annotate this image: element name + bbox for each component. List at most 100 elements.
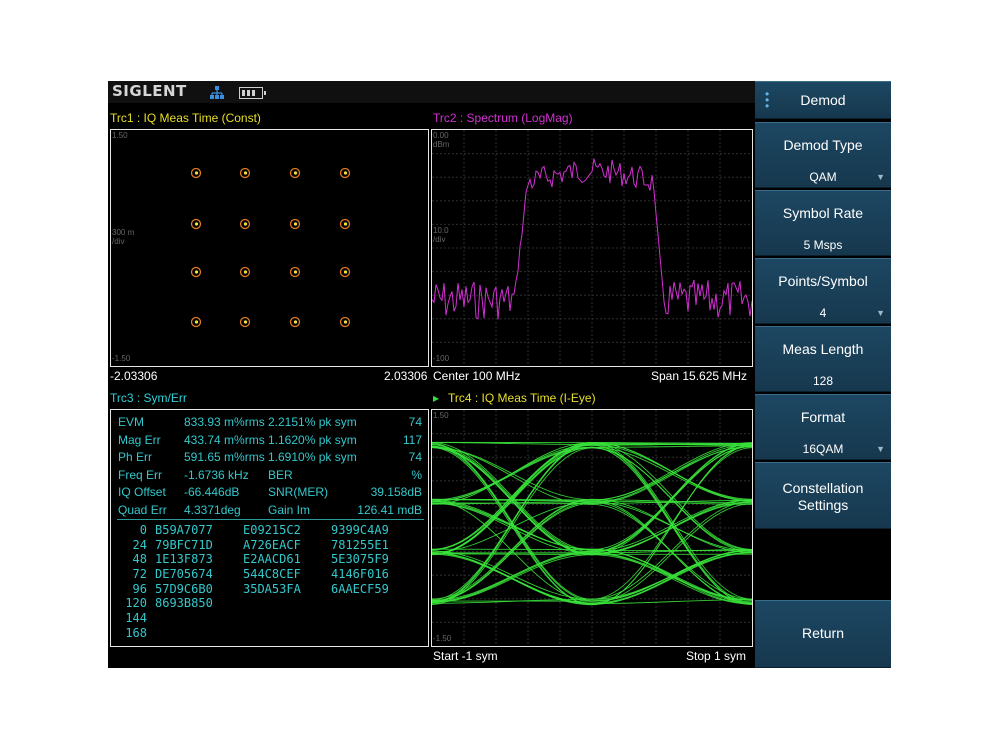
error-cell: 833.93 m%rms — [184, 415, 265, 429]
symbol-index: 24 — [132, 537, 147, 552]
symbol-index: 120 — [125, 596, 147, 611]
trc2-span: Span 15.625 MHz — [651, 369, 748, 383]
return-label: Return — [801, 625, 845, 641]
error-row: Ph Err 591.65 m%rms 1.6910% pk sym 74 — [118, 450, 422, 468]
points-symbol-value: 4 — [819, 306, 827, 320]
dropdown-arrow-icon: ▼ — [876, 172, 885, 182]
constellation-svg — [190, 167, 351, 328]
constellation-settings-button[interactable]: Constellation Settings — [755, 462, 891, 529]
format-label: Format — [800, 409, 846, 425]
constellation-point-core — [243, 320, 248, 324]
constellation-point-core — [293, 320, 298, 324]
trc2-scale-div: 10.0 /div — [433, 226, 449, 244]
error-cell: Mag Err — [118, 432, 161, 447]
error-row: Mag Err 433.74 m%rms 1.1620% pk sym 117 — [118, 433, 422, 451]
dropdown-arrow-icon: ▼ — [876, 308, 885, 318]
trc2-scale-bottom: -100 — [433, 354, 450, 363]
error-row: IQ Offset -66.446dB SNR(MER) 39.158dB — [118, 485, 422, 503]
trc4-label: Trc4 : IQ Meas Time (I-Eye) — [448, 391, 596, 405]
dropdown-arrow-icon: ▼ — [876, 444, 885, 454]
symbol-hex: 35DA53FA — [243, 581, 301, 596]
symbol-rate-value: 5 Msps — [803, 238, 843, 252]
error-cell: 126.41 mdB — [357, 502, 422, 517]
constellation-point-core — [343, 171, 348, 175]
error-cell: 1.6910% pk sym — [268, 450, 357, 464]
status-bar: SIGLENT — [108, 81, 755, 103]
constellation-point-core — [194, 320, 199, 324]
points-symbol-button[interactable]: Points/Symbol 4 ▼ — [755, 258, 891, 324]
symbol-hex: 544C8CEF — [243, 567, 301, 582]
return-button[interactable]: Return — [755, 600, 891, 668]
trc1-scale-bottom: -1.50 — [112, 354, 131, 363]
error-cell: 433.74 m%rms — [184, 432, 265, 447]
demod-type-button[interactable]: Demod Type QAM ▼ — [755, 122, 891, 188]
symbol-index: 96 — [132, 581, 147, 596]
table-divider — [117, 519, 424, 520]
constellation-point-core — [243, 171, 248, 175]
error-cell: Quad Err — [118, 502, 167, 517]
error-cell: BER — [268, 467, 293, 482]
format-value: 16QAM — [802, 442, 844, 456]
meas-length-button[interactable]: Meas Length 128 — [755, 326, 891, 392]
trc4-marker-icon: ▸ — [433, 391, 440, 405]
error-cell: 74 — [408, 415, 422, 429]
symbol-hex: A726EACF — [243, 537, 301, 552]
error-cell: % — [411, 467, 422, 482]
symbol-hex: 8693B850 — [155, 596, 213, 611]
trc1-scale-top: 1.50 — [112, 131, 128, 140]
error-cell: 591.65 m%rms — [184, 450, 265, 464]
eye-diagram-plot: 1.50 -1.50 — [431, 409, 753, 647]
error-cell: 39.158dB — [370, 485, 422, 499]
symbol-hex: 781255E1 — [331, 537, 389, 552]
trc4-scale-top: 1.50 — [433, 411, 449, 420]
symbol-hex: 1E13F873 — [155, 552, 213, 567]
error-summary: EVM 833.93 m%rms 2.2151% pk sym 74 Mag Err 43… — [118, 415, 422, 520]
error-row: Freq Err -1.6736 kHz BER% — [118, 468, 422, 486]
trc1-label: Trc1 : IQ Meas Time (Const) — [110, 111, 261, 125]
eye-svg — [432, 410, 752, 646]
analyzer-screen: SIGLENT Trc1 : IQ Meas Time (Const) 1.50… — [108, 81, 891, 668]
trc2-label: Trc2 : Spectrum (LogMag) — [433, 111, 573, 125]
constellation-point-core — [293, 222, 298, 226]
error-row: EVM 833.93 m%rms 2.2151% pk sym 74 — [118, 415, 422, 433]
trc3-label: Trc3 : Sym/Err — [110, 391, 187, 405]
trc2-center: Center 100 MHz — [433, 369, 521, 383]
constellation-point-core — [343, 222, 348, 226]
error-cell: Gain Im — [268, 502, 311, 517]
symbol-index: 48 — [132, 552, 147, 567]
constellation-point-core — [293, 171, 298, 175]
symbol-hex: 57D9C6B0 — [155, 581, 213, 596]
empty-softkey — [755, 530, 891, 599]
symbol-index: 72 — [132, 567, 147, 582]
network-icon — [210, 86, 224, 99]
constellation-point-core — [343, 320, 348, 324]
menu-title-label: Demod — [800, 92, 846, 108]
error-cell: 4.3371deg — [184, 502, 241, 517]
symbol-hex: E09215C2 — [243, 523, 301, 537]
constellation-point-core — [194, 171, 199, 175]
symbol-hex: B59A7077 — [155, 523, 213, 537]
format-button[interactable]: Format 16QAM ▼ — [755, 394, 891, 460]
siglent-logo: SIGLENT — [112, 82, 187, 100]
error-cell: IQ Offset — [118, 485, 166, 499]
trc4-stop: Stop 1 sym — [686, 649, 747, 663]
menu-title-demod[interactable]: • • • Demod — [755, 81, 891, 119]
spectrum-svg — [432, 130, 752, 366]
symbol-rate-button[interactable]: Symbol Rate 5 Msps — [755, 190, 891, 256]
symbol-hex: 4146F016 — [331, 567, 389, 582]
constellation-point-core — [243, 222, 248, 226]
constellation-settings-label-1: Constellation — [782, 480, 864, 496]
spectrum-plot: 0.00 dBm 10.0 /div -100 — [431, 129, 753, 367]
trc1-scale-div: 300 m /div — [112, 228, 135, 246]
trc1-x-right: 2.03306 — [384, 369, 428, 383]
error-cell: EVM — [118, 415, 145, 429]
trc2-scale-top: 0.00 dBm — [433, 131, 450, 149]
sym-err-table: EVM 833.93 m%rms 2.2151% pk sym 74 Mag Err 43… — [110, 409, 429, 647]
symbol-hex: 79BFC71D — [155, 537, 213, 552]
constellation-plot: 1.50 300 m /div -1.50 — [110, 129, 429, 367]
error-cell: -66.446dB — [184, 485, 240, 499]
symbol-hex: DE705674 — [155, 567, 213, 582]
demod-type-value: QAM — [809, 170, 837, 184]
error-cell: Ph Err — [118, 450, 153, 464]
symbol-hex: 6AAECF59 — [331, 581, 389, 596]
